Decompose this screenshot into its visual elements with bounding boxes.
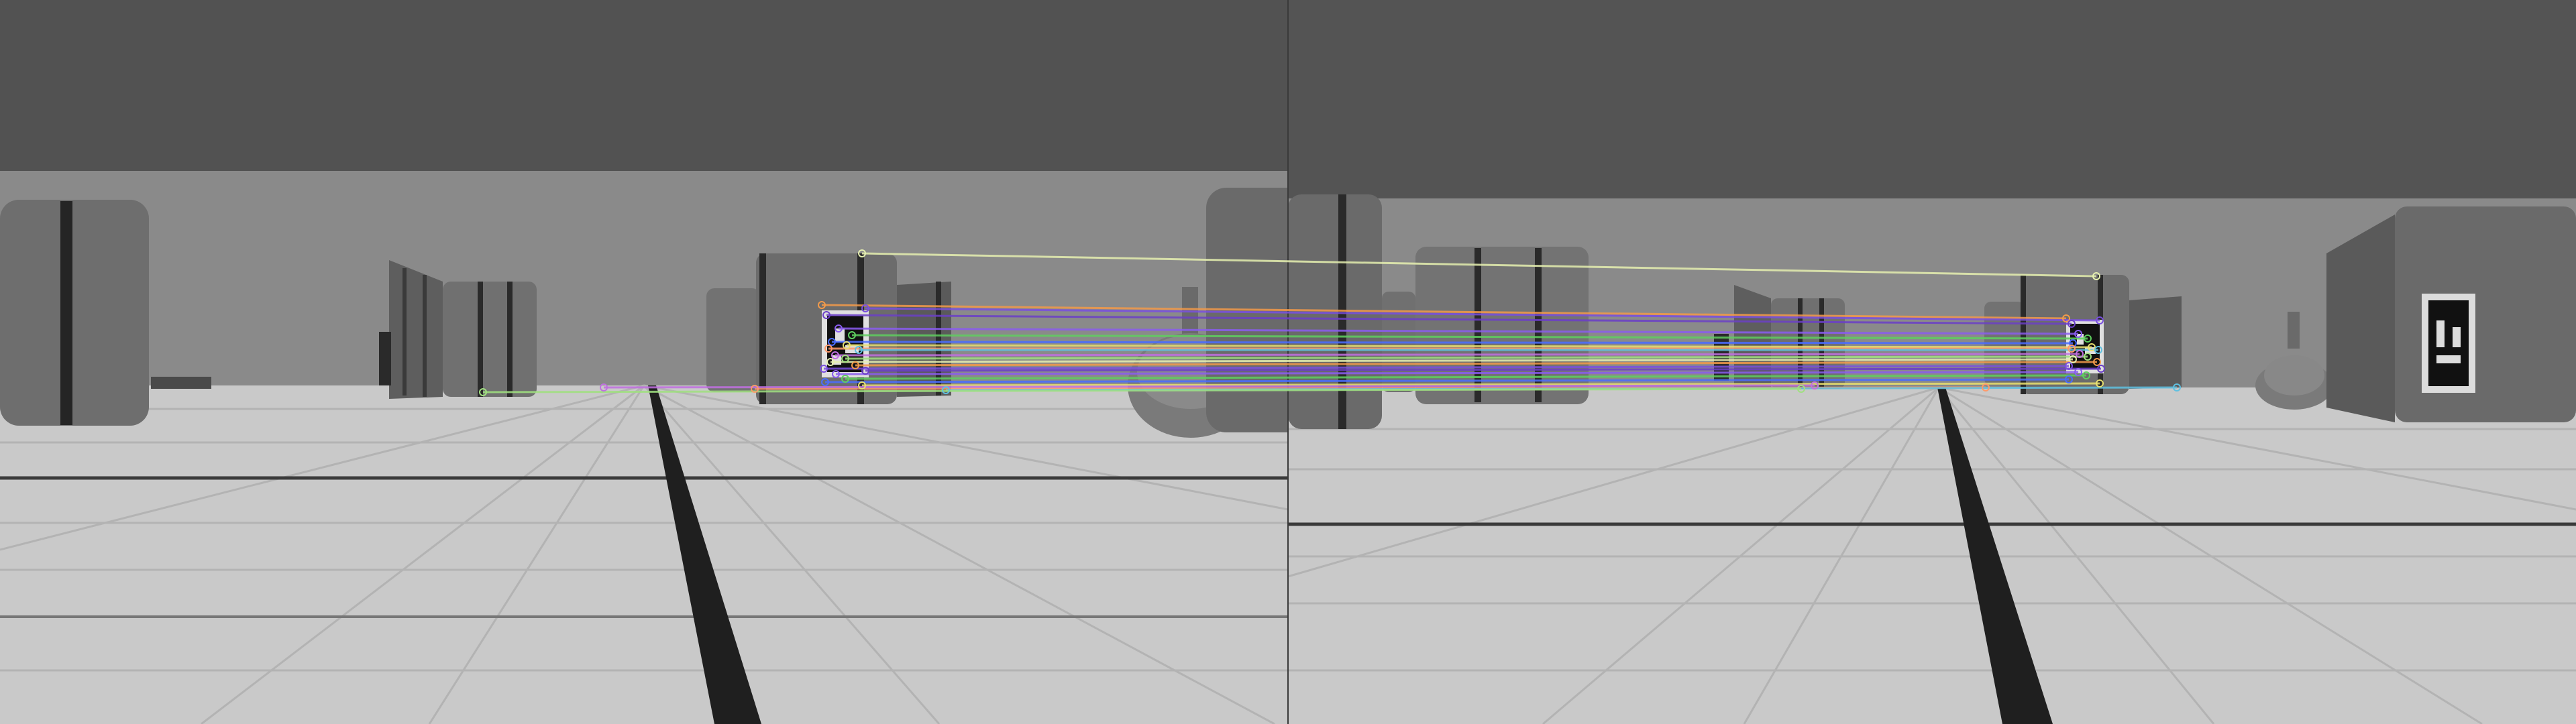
right-sky <box>1288 0 2576 198</box>
left-box-near-left <box>0 200 149 426</box>
left-small-slab <box>151 377 211 389</box>
left-floor <box>0 385 1288 724</box>
left-back-wall <box>0 171 1288 385</box>
left-sky <box>0 0 1288 171</box>
feature-match-visualization <box>0 0 2576 724</box>
match-line <box>835 353 2080 357</box>
right-box-large-with-marker <box>2326 206 2576 422</box>
match-line <box>831 341 2074 345</box>
right-box-edge-stripe <box>1338 194 1346 429</box>
